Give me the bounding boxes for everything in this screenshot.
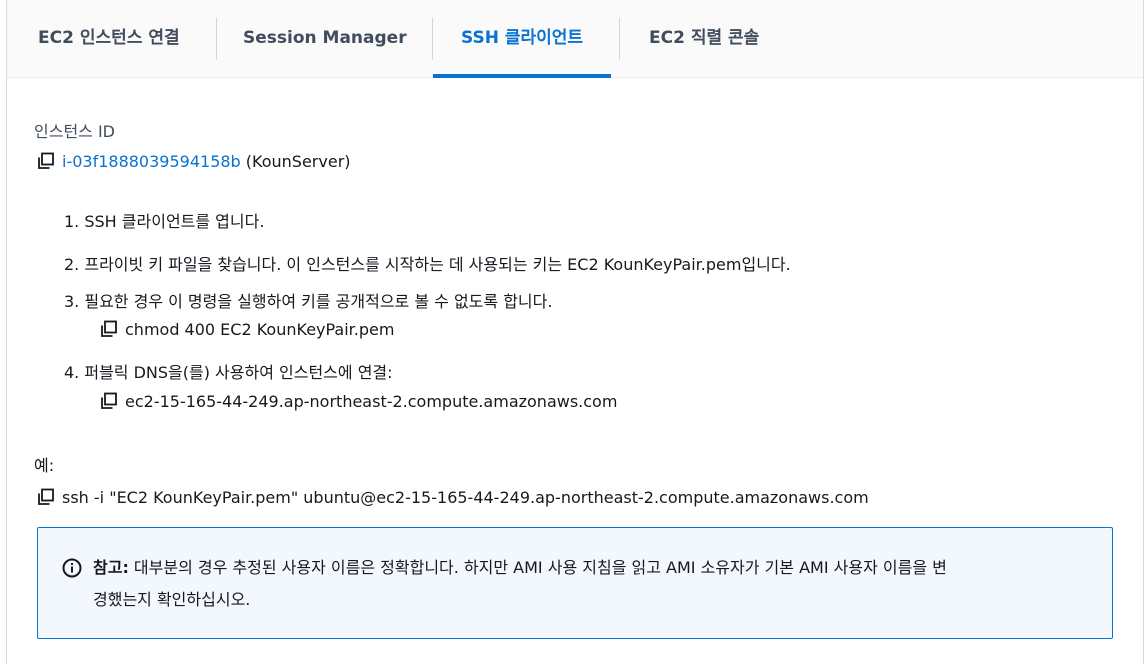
copy-icon[interactable] <box>37 488 55 506</box>
tab-divider <box>619 18 620 60</box>
chmod-command: chmod 400 EC2 KounKeyPair.pem <box>125 320 395 339</box>
notice-body-line2: 경했는지 확인하십시오. <box>93 590 251 609</box>
tab-label: SSH 클라이언트 <box>461 28 584 48</box>
tab-label: EC2 인스턴스 연결 <box>38 28 180 48</box>
step-4: 4. 퍼블릭 DNS을(를) 사용하여 인스턴스에 연결: <box>64 363 393 382</box>
notice-text: 참고: 대부분의 경우 추정된 사용자 이름은 정확합니다. 하지만 AMI 사… <box>93 552 1093 616</box>
instance-name: (KounServer) <box>245 152 351 171</box>
instance-id-link[interactable]: i-03f1888039594158b <box>62 152 241 171</box>
ssh-client-panel: EC2 인스턴스 연결 Session Manager SSH 클라이언트 EC… <box>6 0 1144 664</box>
connect-tabs: EC2 인스턴스 연결 Session Manager SSH 클라이언트 EC… <box>7 0 1143 78</box>
tab-divider <box>216 18 217 60</box>
notice-body-line1: 대부분의 경우 추정된 사용자 이름은 정확합니다. 하지만 AMI 사용 지침… <box>128 558 947 577</box>
copy-icon[interactable] <box>100 392 118 410</box>
step-3: 3. 필요한 경우 이 명령을 실행하여 키를 공개적으로 볼 수 없도록 합니… <box>64 292 553 311</box>
step-1: 1. SSH 클라이언트를 엽니다. <box>64 212 265 231</box>
active-tab-indicator <box>433 74 612 78</box>
tab-label: EC2 직렬 콘솔 <box>649 28 760 48</box>
copy-icon[interactable] <box>37 152 55 170</box>
info-icon <box>62 558 82 578</box>
instance-id-label: 인스턴스 ID <box>34 122 116 141</box>
public-dns-row: ec2-15-165-44-249.ap-northeast-2.compute… <box>100 392 617 411</box>
tab-ec2-serial-console[interactable]: EC2 직렬 콘솔 <box>649 0 759 77</box>
instance-id-row: i-03f1888039594158b (KounServer) <box>37 152 351 171</box>
tab-label: Session Manager <box>243 28 407 48</box>
ssh-example-command: ssh -i "EC2 KounKeyPair.pem" ubuntu@ec2-… <box>62 488 869 507</box>
notice-title: 참고: <box>93 558 129 577</box>
step-2: 2. 프라이빗 키 파일을 찾습니다. 이 인스턴스를 시작하는 데 사용되는 … <box>64 255 791 274</box>
public-dns: ec2-15-165-44-249.ap-northeast-2.compute… <box>125 392 618 411</box>
tab-session-manager[interactable]: Session Manager <box>243 0 407 77</box>
example-command-row: ssh -i "EC2 KounKeyPair.pem" ubuntu@ec2-… <box>37 488 869 507</box>
info-notice: 참고: 대부분의 경우 추정된 사용자 이름은 정확합니다. 하지만 AMI 사… <box>37 527 1113 639</box>
tab-ec2-instance-connect[interactable]: EC2 인스턴스 연결 <box>38 0 180 77</box>
example-label: 예: <box>34 456 55 475</box>
copy-icon[interactable] <box>100 320 118 338</box>
chmod-command-row: chmod 400 EC2 KounKeyPair.pem <box>100 320 394 339</box>
tab-ssh-client[interactable]: SSH 클라이언트 <box>433 0 612 78</box>
